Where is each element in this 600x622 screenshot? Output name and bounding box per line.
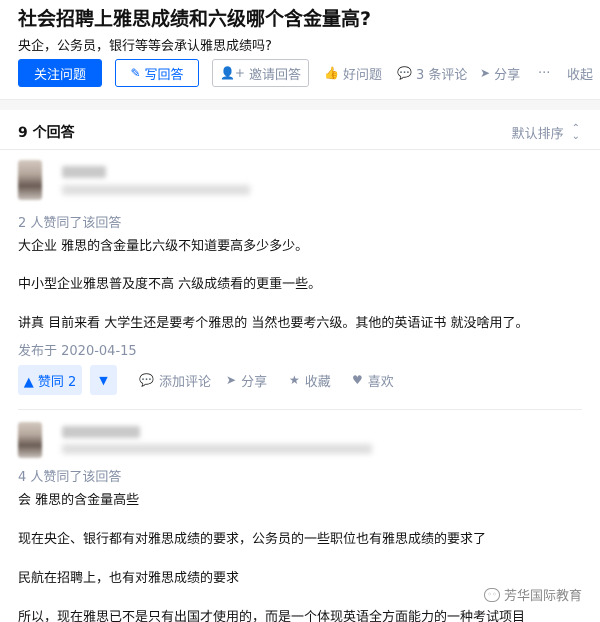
heart-icon: ♥ bbox=[352, 373, 363, 387]
write-answer-label: 写回答 bbox=[144, 67, 184, 83]
follow-question-button[interactable]: 关注问题 bbox=[18, 59, 102, 87]
chevron-up-down-icon: ⌃ ⌄ bbox=[571, 122, 580, 142]
publish-date[interactable]: 发布于 2020-04-15 bbox=[18, 340, 137, 359]
add-comment-label: 添加评论 bbox=[158, 374, 211, 390]
answers-card: 9 个回答 默认排序 ⌃ ⌄ 2 人赞同了该回答 大企业 雅思的含金量比六级不知道… bbox=[0, 110, 600, 622]
thumbs-up-icon: 👍 bbox=[324, 66, 339, 80]
answer-paragraph: 中小型企业雅思普及度不高 六级成绩看的更重一些。 bbox=[18, 277, 322, 292]
pencil-icon: ✎ bbox=[130, 66, 141, 80]
answer-paragraph: 所以，现在雅思已不是只有出国才使用的，而是一个体现英语全方面能力的一种考试项目 bbox=[18, 610, 526, 622]
avatar[interactable] bbox=[18, 422, 42, 458]
favorite-button[interactable]: ★ 收藏 bbox=[289, 365, 331, 395]
author-name-blurred[interactable] bbox=[62, 426, 140, 438]
upvote-button[interactable]: ▲ 赞同 2 bbox=[18, 365, 82, 395]
author-name-blurred[interactable] bbox=[62, 166, 106, 178]
favorite-label: 收藏 bbox=[304, 374, 331, 390]
answer-count: 9 个回答 bbox=[18, 125, 75, 141]
sort-dropdown[interactable]: 默认排序 ⌃ ⌄ bbox=[512, 123, 580, 142]
answer-divider bbox=[18, 409, 582, 410]
invite-answer-label: 邀请回答 bbox=[248, 67, 301, 83]
answer-paragraph: 讲真 目前来看 大学生还是要考个雅思的 当然也要考六级。其他的英语证书 就没啥用… bbox=[18, 316, 529, 331]
watermark: ◦◦ 芳华国际教育 bbox=[484, 585, 582, 604]
invite-answer-button[interactable]: 👤+ 邀请回答 bbox=[212, 59, 309, 87]
answers-count-bar: 9 个回答 默认排序 ⌃ ⌄ bbox=[0, 110, 600, 150]
sort-label: 默认排序 bbox=[511, 127, 564, 142]
answer-paragraph: 大企业 雅思的含金量比六级不知道要高多少多少。 bbox=[18, 239, 309, 254]
share-question-button[interactable]: ➤ 分享 bbox=[480, 59, 520, 87]
share-answer-button[interactable]: ➤ 分享 bbox=[226, 365, 267, 395]
question-header: 社会招聘上雅思成绩和六级哪个含金量高? 央企，公务员，银行等等会承认雅思成绩吗?… bbox=[0, 0, 600, 100]
watermark-text: 芳华国际教育 bbox=[504, 589, 583, 604]
comments-label: 3 条评论 bbox=[415, 67, 468, 83]
author-bio-blurred bbox=[62, 185, 250, 195]
question-actions: 关注问题 ✎ 写回答 👤+ 邀请回答 👍 好问题 💬 3 条评论 ➤ 分享 ··… bbox=[18, 59, 598, 87]
answer-paragraph: 现在央企、银行都有对雅思成绩的要求，公务员的一些职位也有雅思成绩的要求了 bbox=[18, 532, 487, 547]
question-title: 社会招聘上雅思成绩和六级哪个含金量高? bbox=[18, 8, 372, 30]
like-label: 喜欢 bbox=[367, 374, 394, 390]
voters-count: 2 人赞同了该回答 bbox=[18, 216, 122, 231]
like-button[interactable]: ♥ 喜欢 bbox=[352, 365, 394, 395]
paper-plane-icon: ➤ bbox=[226, 373, 237, 387]
answer-paragraph: 民航在招聘上，也有对雅思成绩的要求 bbox=[18, 571, 240, 586]
paper-plane-icon: ➤ bbox=[480, 66, 491, 80]
question-detail: 央企，公务员，银行等等会承认雅思成绩吗? bbox=[18, 39, 272, 54]
wechat-logo-icon: ◦◦ bbox=[484, 587, 500, 602]
avatar[interactable] bbox=[18, 160, 42, 200]
share-question-label: 分享 bbox=[494, 67, 521, 83]
comment-bubble-icon: 💬 bbox=[139, 373, 154, 387]
good-question-label: 好问题 bbox=[342, 67, 382, 83]
share-answer-label: 分享 bbox=[241, 374, 268, 390]
answer-paragraph: 会 雅思的含金量高些 bbox=[18, 493, 140, 508]
downvote-button[interactable]: ▼ bbox=[90, 365, 117, 395]
add-comment-button[interactable]: 💬 添加评论 bbox=[139, 365, 211, 395]
comments-button[interactable]: 💬 3 条评论 bbox=[397, 59, 467, 87]
add-user-icon: 👤+ bbox=[219, 66, 245, 80]
voters-count: 4 人赞同了该回答 bbox=[18, 470, 122, 485]
answer-action-bar: ▲ 赞同 2 ▼ 💬 添加评论 ➤ 分享 ★ 收藏 ♥ 喜欢 bbox=[18, 365, 578, 395]
good-question-button[interactable]: 👍 好问题 bbox=[324, 59, 382, 87]
comment-bubble-icon: 💬 bbox=[397, 66, 412, 80]
more-button[interactable]: ··· bbox=[538, 59, 550, 87]
author-bio-blurred bbox=[62, 444, 372, 454]
collapse-button[interactable]: 收起 bbox=[567, 59, 593, 87]
star-icon: ★ bbox=[289, 373, 300, 387]
write-answer-button[interactable]: ✎ 写回答 bbox=[115, 59, 199, 87]
